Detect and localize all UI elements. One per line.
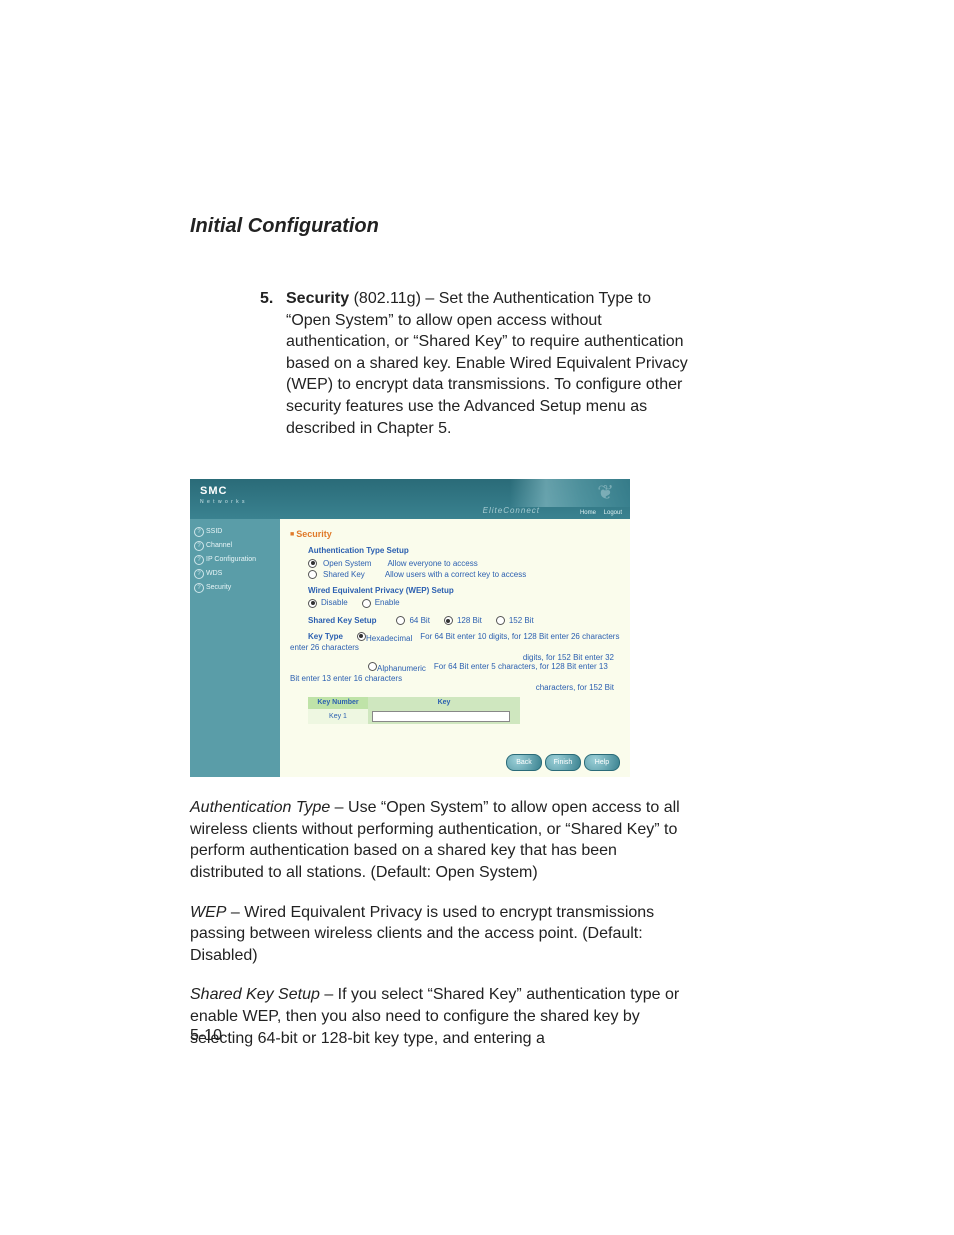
radio-open-system[interactable]: [308, 559, 317, 568]
hex-hint-left: enter 26 characters: [290, 643, 620, 653]
banner: SMC N e t w o r k s ❦ EliteConnect Home …: [190, 479, 630, 519]
step-5: 5. Security (802.11g) – Set the Authenti…: [260, 288, 689, 457]
step-body: Set the Authentication Type to “Open Sys…: [286, 290, 688, 437]
auth-shared-row: Shared Key Allow users with a correct ke…: [308, 570, 620, 580]
nav-bullet-icon: ?: [194, 569, 204, 579]
nav-label: SSID: [206, 528, 222, 535]
auth-open-desc: Allow everyone to access: [387, 559, 477, 569]
finish-button[interactable]: Finish: [545, 754, 581, 771]
sks-128-label: 128 Bit: [457, 616, 482, 626]
radio-152bit[interactable]: [496, 616, 505, 625]
router-screenshot: SMC N e t w o r k s ❦ EliteConnect Home …: [190, 479, 630, 777]
nav-channel[interactable]: ?Channel: [194, 539, 276, 553]
alpha-hint: For 64 Bit enter 5 characters, for 128 B…: [434, 662, 620, 672]
keytype-alpha-label: Alphanumeric: [377, 664, 426, 673]
keytype-hex-label: Hexadecimal: [366, 634, 412, 643]
table-row: Key 1: [308, 709, 520, 724]
nav-security[interactable]: ?Security: [194, 581, 276, 595]
keytype-alpha-row: Alphanumeric For 64 Bit enter 5 characte…: [368, 662, 620, 674]
auth-open-label: Open System: [323, 559, 371, 569]
auth-shared-desc: Allow users with a correct key to access: [385, 570, 526, 580]
wizard-buttons: Back Finish Help: [506, 754, 620, 771]
top-links: Home Logout: [574, 510, 622, 517]
alpha-hint2: characters, for 152 Bit: [290, 683, 614, 693]
page-number: 5-10: [190, 1027, 222, 1045]
nav-bullet-icon: ?: [194, 555, 204, 565]
radio-hex[interactable]: [357, 632, 366, 641]
step-proto: (802.11g) –: [349, 290, 439, 307]
col-key-number: Key Number: [308, 697, 368, 709]
wep-section-title: Wired Equivalent Privacy (WEP) Setup: [308, 586, 620, 596]
wep-disable-label: Disable: [321, 598, 348, 608]
main-panel: Security Authentication Type Setup Open …: [280, 519, 630, 777]
nav-ipconfig[interactable]: ?IP Configuration: [194, 553, 276, 567]
keytype-label: Key Type: [308, 632, 343, 642]
screenshot-body: ?SSID ?Channel ?IP Configuration ?WDS ?S…: [190, 519, 630, 777]
hex-hint: For 64 Bit enter 10 digits, for 128 Bit …: [420, 632, 620, 642]
home-link[interactable]: Home: [580, 510, 596, 516]
sks-152-label: 152 Bit: [509, 616, 534, 626]
radio-wep-disable[interactable]: [308, 599, 317, 608]
radio-shared-key[interactable]: [308, 570, 317, 579]
sks-row: Shared Key Setup 64 Bit 128 Bit 152 Bit: [308, 616, 620, 626]
col-key: Key: [368, 697, 520, 709]
panel-title: Security: [290, 529, 620, 540]
list-marker: 5.: [260, 288, 286, 457]
wep-paragraph: WEP – Wired Equivalent Privacy is used t…: [190, 902, 689, 967]
wep-options: Disable Enable: [308, 598, 620, 608]
nav-label: Security: [206, 584, 231, 591]
body-text: 5. Security (802.11g) – Set the Authenti…: [190, 288, 689, 1049]
wep-term: WEP: [190, 904, 226, 921]
table-header-row: Key Number Key: [308, 697, 520, 709]
key-table: Key Number Key Key 1: [308, 697, 520, 724]
step-term: Security: [286, 290, 349, 307]
sks-64-label: 64 Bit: [409, 616, 429, 626]
nav-bullet-icon: ?: [194, 541, 204, 551]
nav-label: WDS: [206, 570, 222, 577]
sidebar-nav: ?SSID ?Channel ?IP Configuration ?WDS ?S…: [190, 519, 280, 777]
alpha-hint-left: Bit enter 13 enter 16 characters: [290, 674, 620, 684]
wep-enable-label: Enable: [375, 598, 400, 608]
nav-bullet-icon: ?: [194, 527, 204, 537]
brand-sublabel: N e t w o r k s: [200, 499, 246, 505]
nav-wds[interactable]: ?WDS: [194, 567, 276, 581]
shared-term: Shared Key Setup: [190, 986, 320, 1003]
key-row-input-cell: [368, 709, 520, 724]
nav-bullet-icon: ?: [194, 583, 204, 593]
nav-label: IP Configuration: [206, 556, 256, 563]
auth-section-title: Authentication Type Setup: [308, 546, 620, 556]
key1-input[interactable]: [372, 711, 510, 722]
step-5-text: Security (802.11g) – Set the Authenticat…: [286, 288, 689, 439]
auth-open-row: Open System Allow everyone to access: [308, 559, 620, 569]
page-title: Initial Configuration: [190, 215, 689, 238]
radio-64bit[interactable]: [396, 616, 405, 625]
brand-logo: SMC: [200, 485, 227, 498]
shared-paragraph: Shared Key Setup – If you select “Shared…: [190, 984, 689, 1049]
sks-section-title: Shared Key Setup: [308, 616, 376, 626]
auth-paragraph: Authentication Type – Use “Open System” …: [190, 797, 689, 883]
nav-label: Channel: [206, 542, 232, 549]
key-row-label: Key 1: [308, 709, 368, 724]
keytype-hex-row: Key Type Hexadecimal For 64 Bit enter 10…: [308, 632, 620, 644]
banner-plant-icon: ❦: [597, 481, 614, 505]
nav-ssid[interactable]: ?SSID: [194, 525, 276, 539]
document-page: Initial Configuration 5. Security (802.1…: [0, 0, 954, 1235]
wep-body: – Wired Equivalent Privacy is used to en…: [190, 904, 654, 964]
auth-shared-label: Shared Key: [323, 570, 365, 580]
logout-link[interactable]: Logout: [604, 510, 622, 516]
radio-alpha[interactable]: [368, 662, 377, 671]
help-button[interactable]: Help: [584, 754, 620, 771]
back-button[interactable]: Back: [506, 754, 542, 771]
radio-wep-enable[interactable]: [362, 599, 371, 608]
product-name: EliteConnect: [483, 506, 540, 516]
hex-hint2: digits, for 152 Bit enter 32: [290, 653, 614, 663]
auth-term: Authentication Type: [190, 799, 330, 816]
radio-128bit[interactable]: [444, 616, 453, 625]
